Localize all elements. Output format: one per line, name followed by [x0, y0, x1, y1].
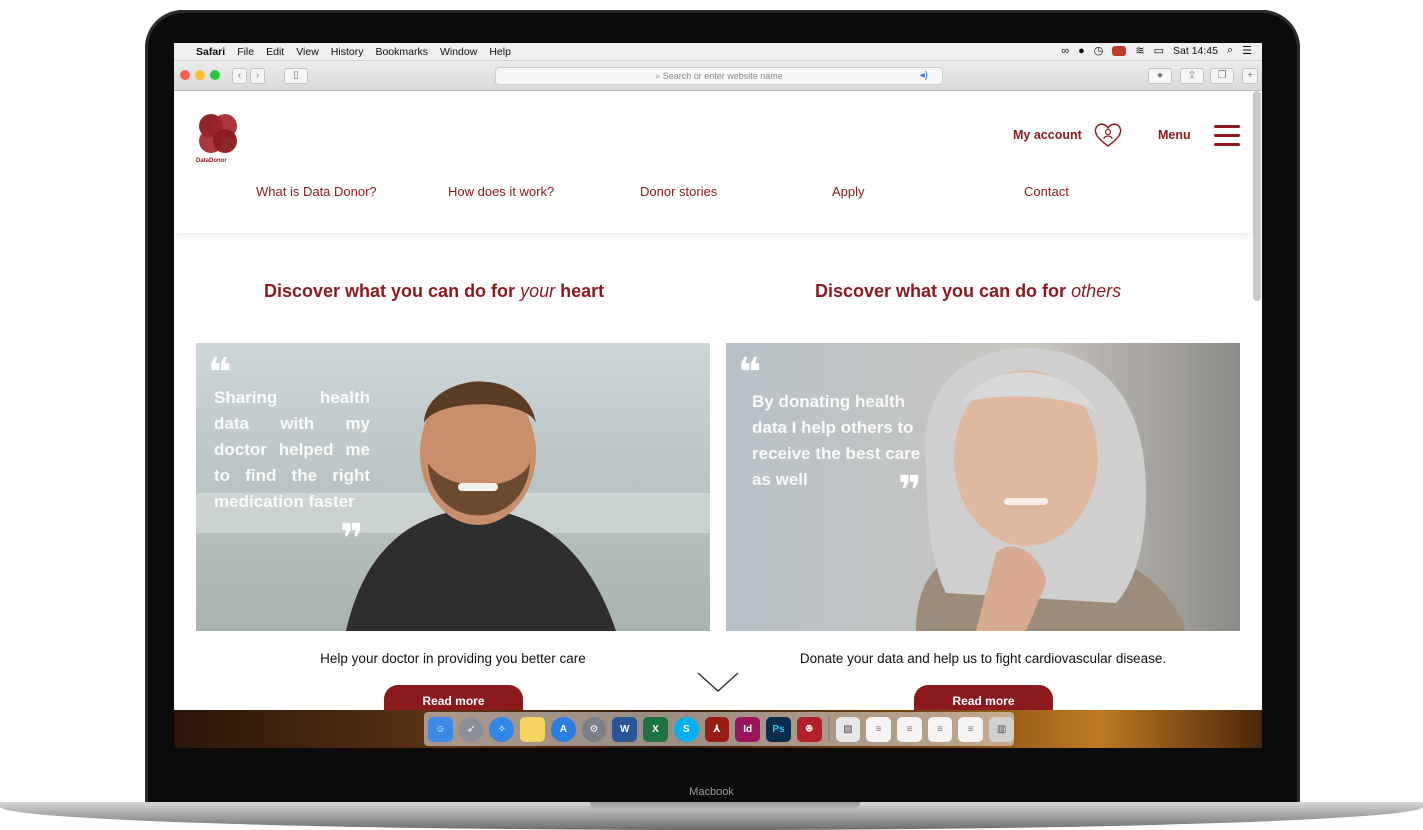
menu-app-name[interactable]: Safari	[196, 46, 225, 58]
notification-center-icon[interactable]: ☰	[1242, 44, 1252, 57]
system-preferences-icon[interactable]: ⚙	[581, 716, 607, 742]
forward-button[interactable]: ›	[250, 68, 265, 84]
laptop-notch	[590, 802, 860, 810]
dock-separator	[827, 716, 830, 742]
clock-icon[interactable]: ◷	[1094, 44, 1104, 57]
mendeley-icon[interactable]: ꔮ	[796, 716, 822, 742]
close-quote-icon: ❞	[340, 517, 364, 561]
back-button[interactable]: ‹	[232, 68, 247, 84]
address-placeholder: Search or enter website name	[662, 71, 783, 81]
open-quote-icon: ❝	[738, 351, 762, 395]
safari-icon[interactable]: ✧	[489, 716, 515, 742]
address-bar[interactable]: ⌕ Search or enter website name ◂)	[495, 67, 943, 85]
app-store-icon[interactable]: A	[550, 716, 576, 742]
scroll-down-chevron-icon[interactable]	[696, 671, 740, 693]
minimize-window-button[interactable]	[195, 70, 205, 80]
nav-what-is-data-donor[interactable]: What is Data Donor?	[256, 184, 377, 199]
shield-icon[interactable]	[1112, 45, 1127, 56]
glasses-icon[interactable]: ∞	[1061, 45, 1069, 57]
right-heading: Discover what you can do for others	[815, 281, 1121, 302]
close-window-button[interactable]	[180, 70, 190, 80]
account-heart-icon[interactable]	[1092, 122, 1124, 148]
preview-icon[interactable]: ▧	[835, 716, 861, 742]
wifi-icon[interactable]: ≋	[1135, 44, 1144, 57]
right-heading-prefix: Discover what you can do for	[815, 281, 1072, 301]
speaker-icon[interactable]: ◂)	[920, 68, 928, 84]
excel-icon[interactable]: X	[643, 716, 668, 742]
left-heading: Discover what you can do for your heart	[264, 281, 604, 302]
nav-donor-stories[interactable]: Donor stories	[640, 184, 717, 199]
site-header: DataDonor My account Menu What is Data D…	[174, 91, 1252, 233]
left-story-photo[interactable]: ❝ Sharing health data with my doctor hel…	[196, 343, 710, 631]
downloads-button[interactable]: ●	[1148, 68, 1172, 84]
share-button[interactable]: ⇧	[1180, 68, 1204, 84]
menu-history[interactable]: History	[331, 46, 364, 58]
tripmode-icon[interactable]: ●	[1078, 45, 1085, 57]
indesign-icon[interactable]: Id	[735, 716, 761, 742]
battery-icon[interactable]: ▭	[1154, 44, 1164, 57]
left-caption: Help your doctor in providing you better…	[320, 651, 586, 666]
logo-text: DataDonor	[196, 158, 227, 164]
right-story-photo[interactable]: ❝ By donating health data I help others …	[726, 343, 1240, 631]
word-icon[interactable]: W	[612, 716, 638, 742]
page-scrollbar[interactable]	[1253, 91, 1261, 301]
menu-label[interactable]: Menu	[1158, 128, 1191, 142]
document-icon[interactable]: ≡	[897, 716, 922, 742]
notes-icon[interactable]	[520, 716, 545, 742]
skype-icon[interactable]: S	[673, 716, 699, 742]
menu-clock[interactable]: Sat 14:45	[1173, 45, 1218, 57]
acrobat-icon[interactable]: ⅄	[704, 716, 730, 742]
device-label: Macbook	[689, 786, 734, 798]
left-heading-emphasis: your	[520, 281, 556, 301]
search-icon: ⌕	[655, 71, 663, 81]
menu-help[interactable]: Help	[489, 46, 511, 58]
document-icon[interactable]: ≡	[958, 716, 984, 742]
launchpad-icon[interactable]: ➶	[458, 716, 484, 742]
new-tab-button[interactable]: +	[1242, 68, 1258, 84]
tabs-button[interactable]: ❐	[1210, 68, 1234, 84]
datadonor-logo[interactable]	[196, 113, 240, 173]
menu-bookmarks[interactable]: Bookmarks	[375, 46, 428, 58]
my-account-link[interactable]: My account	[1013, 128, 1082, 142]
status-area: ∞ ● ◷ ≋ ▭ Sat 14:45 ⌕ ☰	[1061, 44, 1252, 57]
menu-window[interactable]: Window	[440, 46, 477, 58]
finder-icon[interactable]: ☺	[428, 716, 453, 742]
right-caption: Donate your data and help us to fight ca…	[799, 651, 1167, 666]
dock: ☺ ➶ ✧ A ⚙ W X S ⅄ Id Ps ꔮ ▧ ≡ ≡ ≡ ≡ ▥	[424, 712, 1014, 746]
trash-icon[interactable]: ▥	[989, 716, 1014, 742]
menu-file[interactable]: File	[237, 46, 254, 58]
sidebar-button[interactable]: ▯	[284, 68, 308, 84]
nav-contact[interactable]: Contact	[1024, 184, 1069, 199]
nav-how-does-it-work[interactable]: How does it work?	[448, 184, 554, 199]
nav-apply[interactable]: Apply	[832, 184, 865, 199]
close-quote-icon: ❞	[898, 469, 922, 513]
left-quote: Sharing health data with my doctor helpe…	[214, 388, 370, 511]
photoshop-icon[interactable]: Ps	[766, 716, 791, 742]
right-heading-emphasis: others	[1071, 281, 1122, 301]
screen: Safari File Edit View History Bookmarks …	[174, 43, 1262, 748]
hamburger-menu-icon[interactable]	[1214, 125, 1240, 147]
menu-edit[interactable]: Edit	[266, 46, 284, 58]
menu-view[interactable]: View	[296, 46, 319, 58]
window-controls	[180, 70, 220, 80]
menu-bar: Safari File Edit View History Bookmarks …	[174, 43, 1262, 61]
document-icon[interactable]: ≡	[866, 716, 891, 742]
spotlight-icon[interactable]: ⌕	[1227, 44, 1233, 57]
browser-toolbar: ‹ › ▯ ⌕ Search or enter website name ◂) …	[174, 61, 1262, 91]
zoom-window-button[interactable]	[210, 70, 220, 80]
left-heading-prefix: Discover what you can do for	[264, 281, 521, 301]
document-icon[interactable]: ≡	[927, 716, 953, 742]
left-heading-suffix: heart	[555, 281, 605, 301]
